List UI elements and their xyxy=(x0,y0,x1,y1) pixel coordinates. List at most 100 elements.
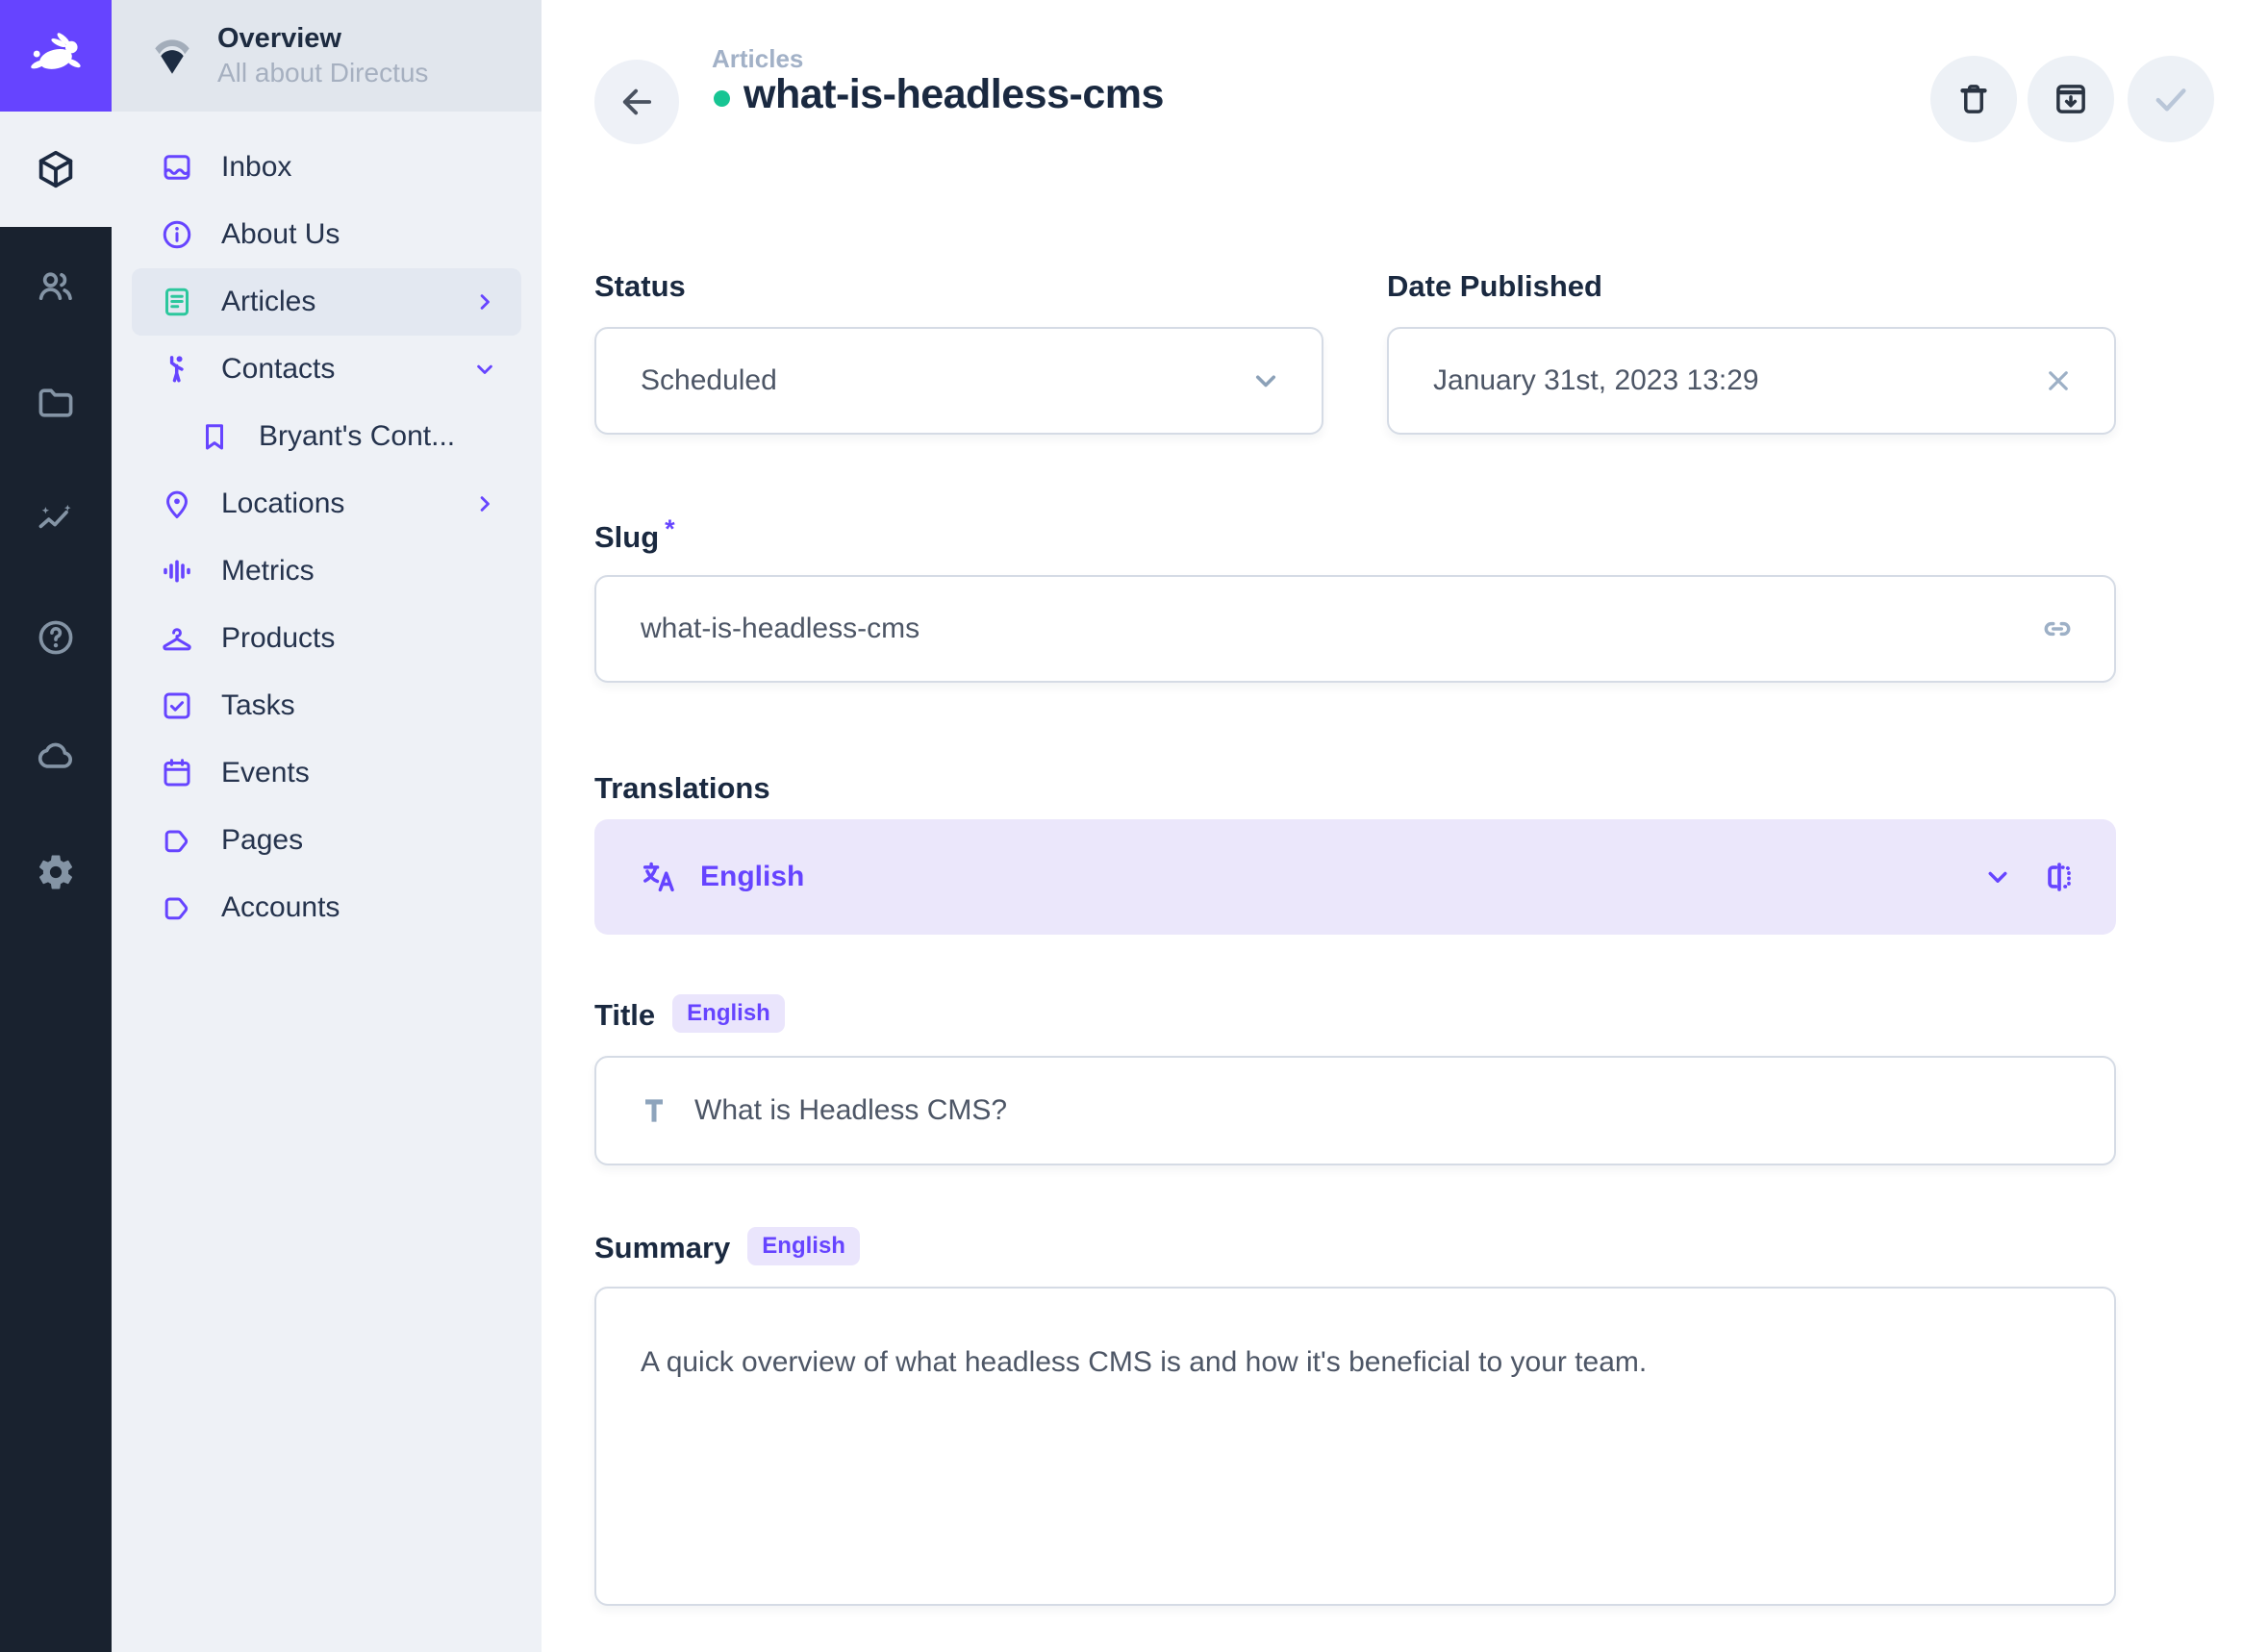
person-icon xyxy=(160,352,194,387)
module-list xyxy=(0,227,112,931)
sidebar-item-accounts[interactable]: Accounts xyxy=(132,874,521,941)
translations-value: English xyxy=(700,861,804,893)
project-title: Overview xyxy=(217,23,428,55)
breadcrumb[interactable]: Articles xyxy=(712,44,803,74)
project-switcher[interactable]: Overview All about Directus xyxy=(112,0,542,112)
title-label: Title English xyxy=(594,996,785,1035)
link-icon[interactable] xyxy=(2039,611,2076,647)
save-button[interactable] xyxy=(2128,56,2214,142)
date-published-label: Date Published xyxy=(1387,269,1602,304)
sidebar-item-label: Products xyxy=(221,622,335,655)
sidebar-item-label: Contacts xyxy=(221,353,335,386)
directus-logo[interactable] xyxy=(0,0,112,112)
date-published-field[interactable]: January 31st, 2023 13:29 xyxy=(1387,327,2116,435)
language-badge: English xyxy=(672,994,785,1033)
sidebar-item-label: Articles xyxy=(221,286,315,318)
bookmark-icon xyxy=(197,419,232,454)
module-content[interactable] xyxy=(0,112,112,227)
sidebar-item-locations[interactable]: Locations xyxy=(132,470,521,538)
page-title: what-is-headless-cms xyxy=(743,71,1164,118)
summary-value: A quick overview of what headless CMS is… xyxy=(641,1346,1647,1378)
sidebar-item-label: Metrics xyxy=(221,555,315,588)
article-icon xyxy=(160,285,194,319)
translations-selector[interactable]: English xyxy=(594,819,2116,935)
status-label: Status xyxy=(594,269,686,304)
main-content: Articles what-is-headless-cms Status Sch… xyxy=(542,0,2268,1652)
slug-value: what-is-headless-cms xyxy=(641,613,920,645)
back-button[interactable] xyxy=(594,60,679,144)
archive-icon xyxy=(2051,79,2091,119)
label-icon xyxy=(160,823,194,858)
equalizer-icon xyxy=(160,554,194,588)
required-marker: * xyxy=(665,514,675,544)
chevron-down-icon[interactable] xyxy=(1248,363,1283,398)
calendar-icon xyxy=(160,756,194,790)
task-icon xyxy=(160,688,194,723)
module-user-directory[interactable] xyxy=(0,227,112,344)
title-value: What is Headless CMS? xyxy=(694,1094,1007,1127)
sidebar-item-label: Pages xyxy=(221,824,303,857)
sidebar-item-label: Tasks xyxy=(221,689,295,722)
module-help[interactable] xyxy=(0,579,112,696)
hanger-icon xyxy=(160,621,194,656)
module-settings[interactable] xyxy=(0,813,112,931)
module-cloud[interactable] xyxy=(0,696,112,813)
nav-list: Inbox About Us Articles Contacts Bryant'… xyxy=(112,112,542,941)
signal-icon xyxy=(150,34,194,78)
delete-button[interactable] xyxy=(1930,56,2017,142)
navigation-sidebar: Overview All about Directus Inbox About … xyxy=(112,0,542,1652)
slug-label: Slug * xyxy=(594,520,675,555)
slug-input[interactable]: what-is-headless-cms xyxy=(594,575,2116,683)
sidebar-item-pages[interactable]: Pages xyxy=(132,807,521,874)
module-insights[interactable] xyxy=(0,462,112,579)
chevron-down-icon[interactable] xyxy=(471,356,498,383)
language-badge: English xyxy=(747,1227,860,1265)
title-input[interactable]: What is Headless CMS? xyxy=(594,1056,2116,1165)
gear-icon xyxy=(36,852,76,892)
module-bar xyxy=(0,0,112,1652)
translate-icon xyxy=(639,857,679,897)
sidebar-item-articles[interactable]: Articles xyxy=(132,268,521,336)
sidebar-item-bryants-contacts[interactable]: Bryant's Cont... xyxy=(132,403,521,470)
status-select[interactable]: Scheduled xyxy=(594,327,1323,435)
people-icon xyxy=(35,264,77,307)
sidebar-item-about-us[interactable]: About Us xyxy=(132,201,521,268)
label-icon xyxy=(160,890,194,925)
chevron-down-icon[interactable] xyxy=(1981,861,2014,893)
cloud-icon xyxy=(35,734,77,776)
module-file-library[interactable] xyxy=(0,344,112,462)
inbox-icon xyxy=(160,150,194,185)
trending-icon xyxy=(35,499,77,541)
box-icon xyxy=(34,147,78,191)
summary-textarea[interactable]: A quick overview of what headless CMS is… xyxy=(594,1287,2116,1606)
sidebar-item-inbox[interactable]: Inbox xyxy=(132,134,521,201)
sidebar-item-contacts[interactable]: Contacts xyxy=(132,336,521,403)
sidebar-item-events[interactable]: Events xyxy=(132,739,521,807)
sidebar-item-metrics[interactable]: Metrics xyxy=(132,538,521,605)
text-icon xyxy=(635,1091,673,1130)
chevron-right-icon[interactable] xyxy=(471,288,498,315)
help-icon xyxy=(35,616,77,659)
check-icon xyxy=(2150,78,2192,120)
date-published-value: January 31st, 2023 13:29 xyxy=(1433,364,1759,397)
sidebar-item-label: Inbox xyxy=(221,151,291,184)
trash-icon xyxy=(1953,79,1994,119)
arrow-left-icon xyxy=(617,82,657,122)
map-pin-icon xyxy=(160,487,194,521)
sidebar-item-label: Events xyxy=(221,757,310,789)
sidebar-item-label: About Us xyxy=(221,218,340,251)
rabbit-icon xyxy=(24,24,88,88)
archive-button[interactable] xyxy=(2028,56,2114,142)
chevron-right-icon[interactable] xyxy=(471,490,498,517)
sidebar-item-label: Locations xyxy=(221,488,344,520)
translations-label: Translations xyxy=(594,771,770,806)
status-dot xyxy=(714,90,730,107)
sidebar-item-tasks[interactable]: Tasks xyxy=(132,672,521,739)
clear-icon[interactable] xyxy=(2041,363,2076,398)
summary-label: Summary English xyxy=(594,1229,860,1267)
compare-translations-icon[interactable] xyxy=(2039,857,2079,897)
sidebar-item-products[interactable]: Products xyxy=(132,605,521,672)
info-icon xyxy=(160,217,194,252)
sidebar-item-label: Bryant's Cont... xyxy=(259,420,455,453)
sidebar-item-label: Accounts xyxy=(221,891,340,924)
